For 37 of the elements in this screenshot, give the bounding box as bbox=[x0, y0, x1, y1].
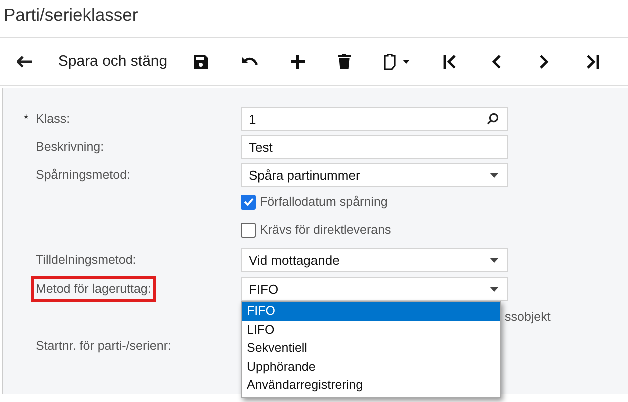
field-label: Spårningsmetod: bbox=[35, 167, 132, 184]
dropdown-option[interactable]: Sekventiell bbox=[242, 339, 500, 358]
clipboard-dropdown-icon bbox=[383, 54, 413, 70]
previous-icon bbox=[492, 54, 500, 68]
checkbox[interactable] bbox=[241, 222, 256, 238]
input-field[interactable]: Test bbox=[241, 135, 508, 159]
dropdown-option[interactable]: FIFO bbox=[242, 302, 500, 321]
required-mark: * bbox=[24, 112, 29, 126]
undo-icon bbox=[241, 56, 258, 67]
last-record-icon bbox=[586, 54, 600, 68]
dropdown-caret-icon bbox=[490, 286, 499, 292]
checkbox-label: Krävs för direktleverans bbox=[260, 223, 392, 237]
dropdown-field[interactable]: Vid mottagande bbox=[241, 248, 508, 272]
field-label: Beskrivning: bbox=[35, 139, 106, 156]
back-arrow-icon bbox=[17, 56, 33, 68]
dropdown-option[interactable]: Upphörande bbox=[242, 358, 500, 376]
checkbox[interactable] bbox=[241, 194, 256, 210]
dropdown-field[interactable]: Spåra partinummer bbox=[241, 163, 508, 187]
first-record-icon bbox=[443, 54, 457, 68]
lookup-field[interactable]: 1 bbox=[241, 107, 508, 131]
dropdown-caret-icon bbox=[490, 172, 499, 178]
save-and-close-button[interactable]: Spara och stäng bbox=[50, 42, 176, 82]
field-label: Klass: bbox=[35, 111, 72, 128]
checkbox-label: ssobjekt bbox=[505, 310, 551, 324]
page-title: Parti/serieklasser bbox=[3, 4, 140, 27]
field-label: Metod för lageruttag: bbox=[31, 276, 156, 302]
save-icon bbox=[194, 54, 208, 68]
dropdown-option[interactable]: LIFO bbox=[242, 320, 500, 340]
trash-icon bbox=[338, 54, 351, 69]
next-icon bbox=[540, 54, 548, 68]
field-label: Tilldelningsmetod: bbox=[35, 252, 138, 269]
search-icon bbox=[487, 113, 499, 125]
field-label: Startnr. för parti-/serienr: bbox=[35, 338, 172, 355]
dropdown-caret-icon bbox=[490, 258, 499, 262]
dropdown-option[interactable]: Användarregistrering bbox=[242, 376, 500, 395]
plus-icon bbox=[290, 54, 304, 68]
checkbox-label: Förfallodatum spårning bbox=[260, 195, 388, 209]
